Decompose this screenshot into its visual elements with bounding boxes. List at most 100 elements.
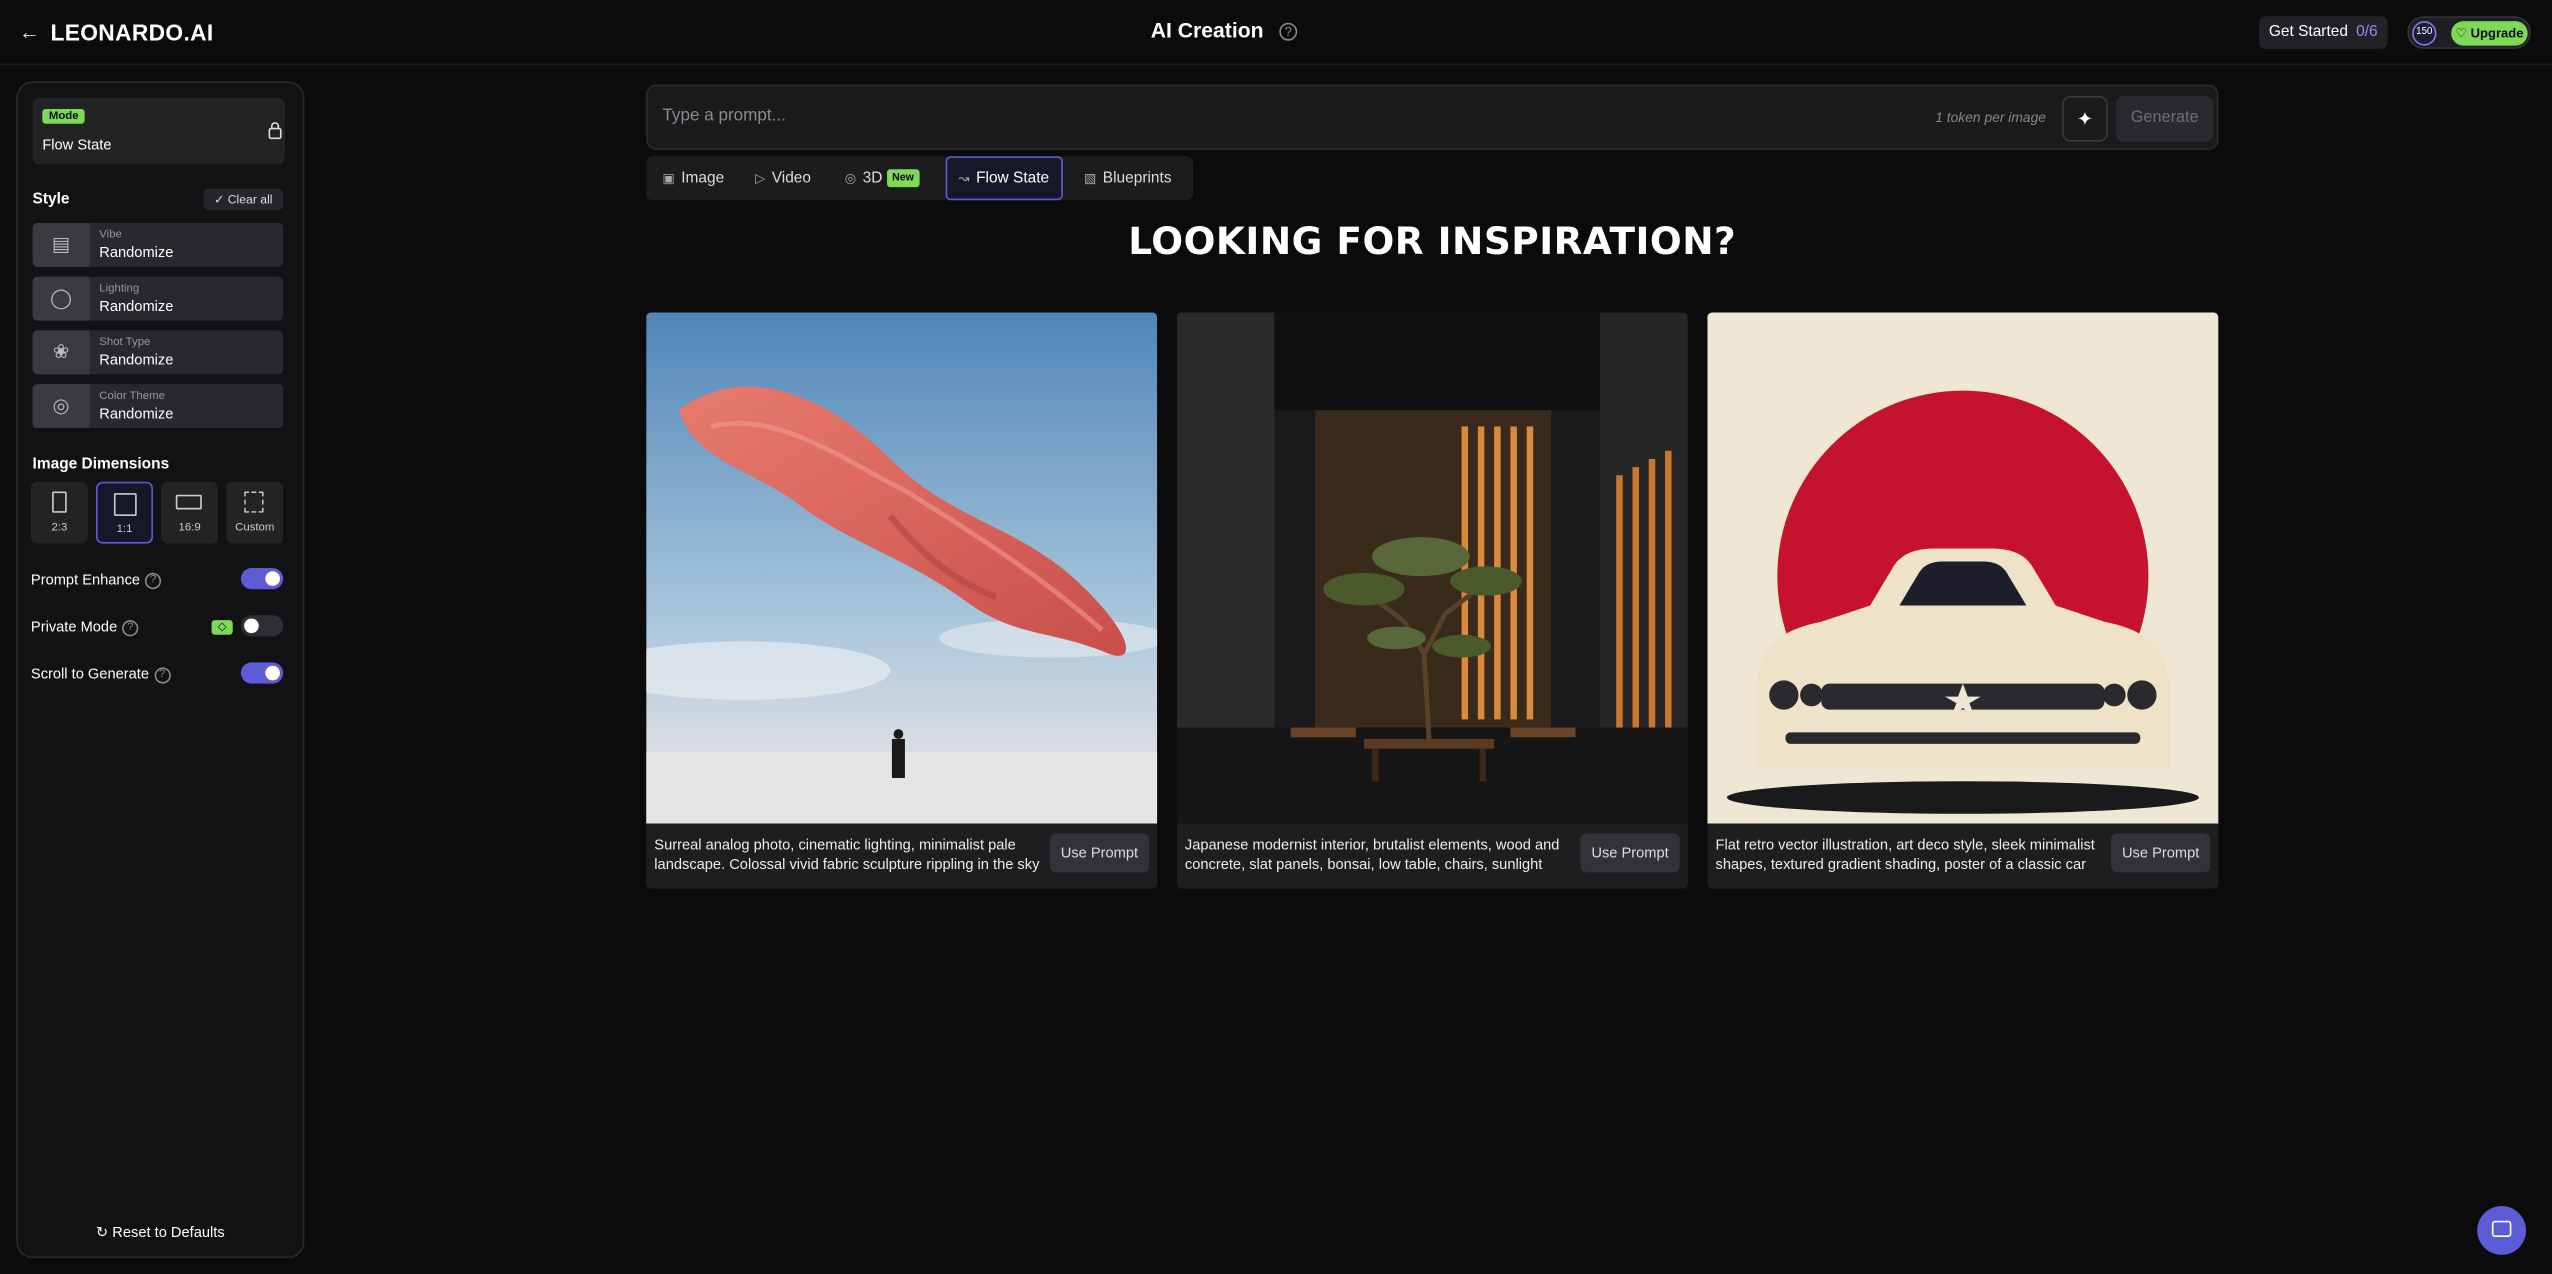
sparkle-icon: ✦ bbox=[2076, 107, 2094, 131]
inspiration-image-fabric bbox=[646, 312, 1158, 824]
tab-label: Blueprints bbox=[1102, 169, 1172, 188]
dimension-label: Custom bbox=[235, 522, 275, 534]
dimension-custom[interactable]: Custom bbox=[226, 481, 284, 544]
video-icon: ▷ bbox=[755, 170, 766, 186]
custom-size-icon bbox=[244, 491, 264, 513]
style-vibe[interactable]: ▤ Vibe Randomize bbox=[32, 222, 284, 267]
upgrade-button[interactable]: ♡ Upgrade bbox=[2451, 21, 2528, 46]
use-prompt-button[interactable]: Use Prompt bbox=[2110, 833, 2211, 873]
tab-flow-state[interactable]: ↝ Flow State bbox=[945, 156, 1063, 201]
token-cost-note: 1 token per image bbox=[1935, 109, 2046, 126]
card-caption: Japanese modernist interior, brutalist e… bbox=[1184, 836, 1560, 873]
scroll-to-generate-toggle[interactable] bbox=[240, 662, 284, 684]
private-mode-label: Private Mode? bbox=[30, 618, 139, 636]
premium-gem-icon: ◇ bbox=[211, 620, 233, 635]
use-prompt-button[interactable]: Use Prompt bbox=[1049, 833, 1150, 873]
toggle-knob bbox=[265, 665, 280, 681]
tab-label: Video bbox=[771, 169, 812, 188]
card-caption-bar: Flat retro vector illustration, art deco… bbox=[1707, 823, 2219, 889]
prompt-enhance-label: Prompt Enhance? bbox=[30, 571, 162, 589]
card-caption: Flat retro vector illustration, art deco… bbox=[1715, 836, 2095, 873]
help-icon[interactable]: ? bbox=[1279, 22, 1298, 41]
upgrade-label: Upgrade bbox=[2470, 26, 2524, 41]
inspiration-image-interior bbox=[1176, 312, 1688, 824]
style-label: Color Theme bbox=[99, 390, 165, 403]
clear-all-label: Clear all bbox=[227, 192, 273, 207]
landscape-icon bbox=[175, 494, 202, 510]
square-icon bbox=[113, 493, 137, 516]
dimension-label: 16:9 bbox=[178, 522, 201, 534]
dimension-2-3[interactable]: 2:3 bbox=[30, 481, 88, 544]
style-value: Randomize bbox=[99, 297, 174, 315]
color-circles-icon: ◎ bbox=[32, 384, 90, 429]
get-started-progress: 0/6 bbox=[2356, 22, 2378, 41]
style-color-theme[interactable]: ◎ Color Theme Randomize bbox=[32, 384, 284, 429]
clear-all-button[interactable]: ✓ Clear all bbox=[203, 188, 284, 210]
toggle-knob bbox=[244, 618, 259, 634]
get-started-label: Get Started bbox=[2268, 22, 2348, 41]
style-value: Randomize bbox=[99, 351, 174, 368]
style-shot-type[interactable]: ❀ Shot Type Randomize bbox=[32, 330, 284, 375]
private-mode-toggle[interactable] bbox=[240, 615, 284, 637]
lightbulb-icon: ◯ bbox=[32, 276, 90, 321]
style-label: Vibe bbox=[99, 229, 122, 241]
tab-video[interactable]: ▷ Video bbox=[755, 156, 811, 200]
card-caption-bar: Japanese modernist interior, brutalist e… bbox=[1176, 823, 1688, 889]
toggle-label: Scroll to Generate bbox=[30, 665, 150, 682]
chat-bubble-icon bbox=[2491, 1220, 2512, 1237]
toggle-label: Prompt Enhance bbox=[30, 571, 141, 588]
tab-label: Flow State bbox=[976, 169, 1050, 188]
reset-icon: ↻ bbox=[95, 1223, 109, 1241]
mode-value: Flow State bbox=[42, 136, 112, 153]
token-upgrade-pill: 150 ♡ Upgrade bbox=[2407, 16, 2531, 49]
card-caption-bar: Surreal analog photo, cinematic lighting… bbox=[646, 823, 1158, 889]
prompt-bar: 1 token per image ✦ Generate bbox=[646, 84, 2219, 150]
lock-icon bbox=[265, 120, 285, 140]
style-label: Shot Type bbox=[99, 336, 151, 349]
prompt-enhance-toggle[interactable] bbox=[240, 568, 284, 590]
prompt-magic-button[interactable]: ✦ bbox=[2062, 96, 2108, 142]
dimension-label: 1:1 bbox=[116, 524, 133, 536]
dimension-1-1[interactable]: 1:1 bbox=[96, 481, 153, 544]
generate-button[interactable]: Generate bbox=[2115, 96, 2214, 142]
card-caption: Surreal analog photo, cinematic lighting… bbox=[654, 836, 1040, 873]
creation-type-tabs: ▣ Image ▷ Video ◎ 3D New ↝ Flow State ▧ Bluepr… bbox=[646, 156, 1194, 201]
top-bar: ← LEONARDO.AI AI Creation ? Get Started 0… bbox=[0, 0, 2552, 66]
globe-icon: ◎ bbox=[844, 170, 857, 186]
mode-selector[interactable]: Mode Flow State bbox=[32, 97, 285, 165]
help-icon[interactable]: ? bbox=[144, 572, 162, 589]
back-arrow-icon[interactable]: ← bbox=[16, 20, 42, 46]
get-started-button[interactable]: Get Started 0/6 bbox=[2259, 16, 2388, 49]
use-prompt-button[interactable]: Use Prompt bbox=[1580, 833, 1680, 873]
prompt-input[interactable] bbox=[662, 105, 1802, 126]
aperture-icon: ❀ bbox=[32, 330, 90, 375]
reset-to-defaults-button[interactable]: ↻ Reset to Defaults bbox=[16, 1224, 304, 1242]
dimension-16-9[interactable]: 16:9 bbox=[161, 481, 219, 544]
inspiration-image-retro-car bbox=[1707, 312, 2219, 824]
style-lighting[interactable]: ◯ Lighting Randomize bbox=[32, 276, 284, 321]
image-dimensions-title: Image Dimensions bbox=[32, 455, 170, 474]
tab-blueprints[interactable]: ▧ Blueprints bbox=[1084, 156, 1172, 200]
scroll-to-generate-label: Scroll to Generate? bbox=[30, 665, 171, 683]
tab-3d[interactable]: ◎ 3D New bbox=[845, 156, 919, 200]
dimension-label: 2:3 bbox=[51, 522, 68, 534]
help-icon[interactable]: ? bbox=[153, 666, 171, 683]
inspiration-card[interactable]: Flat retro vector illustration, art deco… bbox=[1707, 312, 2219, 889]
blueprint-icon: ▧ bbox=[1083, 170, 1097, 186]
tab-label: 3D bbox=[862, 169, 883, 188]
support-chat-button[interactable] bbox=[2477, 1206, 2527, 1255]
inspiration-card[interactable]: Japanese modernist interior, brutalist e… bbox=[1176, 312, 1688, 889]
portrait-icon bbox=[52, 491, 67, 513]
token-count[interactable]: 150 bbox=[2412, 21, 2437, 46]
inspiration-card[interactable]: Surreal analog photo, cinematic lighting… bbox=[646, 312, 1158, 889]
style-value: Randomize bbox=[99, 405, 174, 422]
style-label: Lighting bbox=[99, 283, 140, 295]
toggle-label: Private Mode bbox=[30, 618, 118, 635]
flow-icon: ↝ bbox=[958, 170, 970, 186]
help-icon[interactable]: ? bbox=[122, 619, 139, 636]
image-icon: ▣ bbox=[662, 170, 675, 186]
tab-image[interactable]: ▣ Image bbox=[662, 156, 724, 200]
style-title: Style bbox=[32, 190, 70, 209]
vibe-icon: ▤ bbox=[32, 222, 90, 267]
logo: LEONARDO.AI bbox=[50, 19, 214, 46]
